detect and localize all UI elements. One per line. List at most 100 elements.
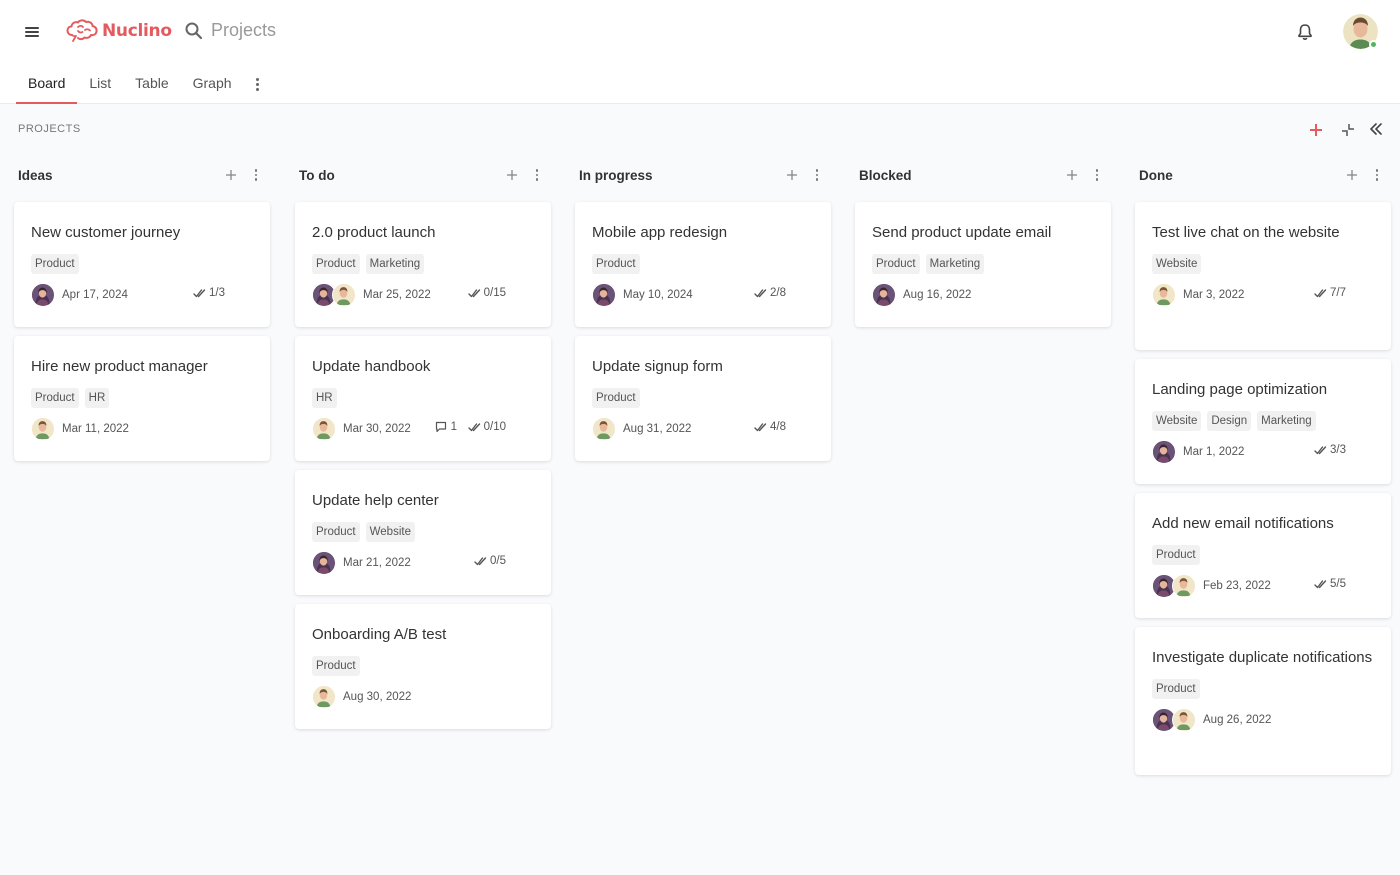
- more-vertical-icon[interactable]: [1373, 167, 1381, 183]
- plus-icon[interactable]: [505, 168, 519, 182]
- checklist-value: 0/10: [483, 421, 506, 433]
- tag[interactable]: Product: [312, 254, 360, 274]
- assignees: [592, 417, 616, 441]
- column-in-progress: In progress Mobile app redesign Product May…: [575, 160, 833, 461]
- card-footer: Mar 30, 2022 1 0/10: [312, 417, 534, 441]
- card[interactable]: Hire new product manager Product HR Mar 11,…: [14, 336, 270, 461]
- chevrons-left-icon[interactable]: [1368, 121, 1384, 137]
- tag[interactable]: Product: [592, 388, 640, 408]
- card[interactable]: New customer journey Product Apr 17, 2024 1…: [14, 202, 270, 327]
- search-label: Projects: [211, 20, 277, 40]
- more-vertical-icon[interactable]: [813, 167, 821, 183]
- column-name: To do: [299, 167, 335, 183]
- search-button[interactable]: Projects: [184, 20, 276, 41]
- card[interactable]: Add new email notifications Product Feb 23…: [1135, 493, 1391, 618]
- assignees: [592, 283, 616, 307]
- checklist-value: 2/8: [770, 287, 786, 299]
- tag[interactable]: Marketing: [1257, 411, 1316, 431]
- tag[interactable]: Product: [872, 254, 920, 274]
- bell-icon[interactable]: [1295, 22, 1315, 42]
- more-vertical-icon[interactable]: [1093, 167, 1101, 183]
- column-name: Blocked: [859, 167, 912, 183]
- checkmark-icon: [1314, 289, 1327, 298]
- card-title: Update handbook: [312, 358, 431, 375]
- card-footer: Aug 30, 2022: [312, 685, 534, 709]
- avatar: [31, 283, 55, 307]
- tag[interactable]: Marketing: [925, 254, 985, 274]
- card-date: Aug 16, 2022: [903, 289, 972, 301]
- tag[interactable]: Product: [31, 388, 79, 408]
- assignees: [1152, 574, 1196, 598]
- assignees: [31, 417, 55, 441]
- tag[interactable]: Product: [1152, 545, 1200, 565]
- assignees: [312, 551, 336, 575]
- card-title: Landing page optimization: [1152, 381, 1328, 398]
- collapse-icon[interactable]: [1340, 122, 1356, 138]
- tag[interactable]: Product: [592, 254, 640, 274]
- card-tags: HR: [312, 388, 534, 408]
- card-footer: Aug 31, 2022 4/8: [592, 417, 814, 441]
- assignees: [312, 283, 356, 307]
- comment-icon: [435, 421, 446, 433]
- column-to-do: To do 2.0 product launch Product Marketing M…: [295, 160, 553, 729]
- tag[interactable]: Product: [1152, 679, 1200, 699]
- tag[interactable]: Product: [312, 522, 360, 542]
- checklist-value: 1/3: [209, 287, 225, 299]
- column-header: In progress: [575, 160, 833, 190]
- card[interactable]: Investigate duplicate notifications Produ…: [1135, 627, 1391, 775]
- plus-icon[interactable]: [1345, 168, 1359, 182]
- card-title: Update signup form: [592, 358, 723, 375]
- tag[interactable]: HR: [312, 388, 337, 408]
- card[interactable]: Update signup form Product Aug 31, 2022 4/8: [575, 336, 831, 461]
- tab-table[interactable]: Table: [123, 64, 180, 104]
- tab-board[interactable]: Board: [16, 64, 78, 104]
- tag[interactable]: Product: [31, 254, 79, 274]
- card[interactable]: Update handbook HR Mar 30, 2022 1 0/10: [295, 336, 551, 461]
- card[interactable]: Mobile app redesign Product May 10, 2024 2/…: [575, 202, 831, 327]
- column-name: Ideas: [18, 167, 53, 183]
- card[interactable]: Landing page optimization Website Design Ma…: [1135, 359, 1391, 484]
- checklist-value: 7/7: [1330, 287, 1346, 299]
- card-footer: Aug 16, 2022: [872, 283, 1094, 307]
- menu-icon[interactable]: [22, 22, 42, 42]
- tag[interactable]: Website: [1152, 254, 1202, 274]
- assignees: [31, 283, 55, 307]
- card[interactable]: 2.0 product launch Product Marketing Mar 25…: [295, 202, 551, 327]
- card-title: New customer journey: [31, 224, 181, 241]
- card-date: Mar 25, 2022: [363, 289, 431, 301]
- checkmark-icon: [467, 423, 480, 432]
- tab-graph[interactable]: Graph: [181, 64, 244, 104]
- card-date: Mar 21, 2022: [343, 557, 411, 569]
- brain-logo-icon: [66, 19, 98, 42]
- card-tags: Product: [592, 388, 814, 408]
- assignees: [872, 283, 896, 307]
- more-vertical-icon[interactable]: [246, 64, 270, 104]
- card[interactable]: Update help center Product Website Mar 21, …: [295, 470, 551, 595]
- tag[interactable]: Marketing: [365, 254, 425, 274]
- tag[interactable]: Website: [365, 522, 415, 542]
- tab-list[interactable]: List: [77, 64, 123, 104]
- top-bar: Nuclino Projects Board List Table Graph: [0, 0, 1400, 104]
- checklist-progress: 1/3: [193, 287, 225, 299]
- checklist-progress: 3/3: [1314, 444, 1346, 456]
- tag[interactable]: Website: [1152, 411, 1202, 431]
- plus-icon[interactable]: [1065, 168, 1079, 182]
- card-title: Mobile app redesign: [592, 224, 728, 241]
- plus-icon[interactable]: [1307, 121, 1325, 139]
- more-vertical-icon[interactable]: [533, 167, 541, 183]
- tag[interactable]: HR: [84, 388, 110, 408]
- checkmark-icon: [1314, 446, 1327, 455]
- card[interactable]: Send product update email Product Marketin…: [855, 202, 1111, 327]
- column-blocked: Blocked Send product update email Product M…: [855, 160, 1113, 327]
- plus-icon[interactable]: [785, 168, 799, 182]
- tag[interactable]: Design: [1207, 411, 1252, 431]
- app-logo[interactable]: Nuclino: [66, 18, 172, 44]
- card[interactable]: Onboarding A/B test Product Aug 30, 2022: [295, 604, 551, 729]
- card[interactable]: Test live chat on the website Website Mar …: [1135, 202, 1391, 350]
- card-tags: Website: [1152, 254, 1374, 274]
- tag[interactable]: Product: [312, 656, 360, 676]
- more-vertical-icon[interactable]: [252, 167, 260, 183]
- assignees: [1152, 708, 1196, 732]
- plus-icon[interactable]: [224, 168, 238, 182]
- card-tags: Product: [312, 656, 534, 676]
